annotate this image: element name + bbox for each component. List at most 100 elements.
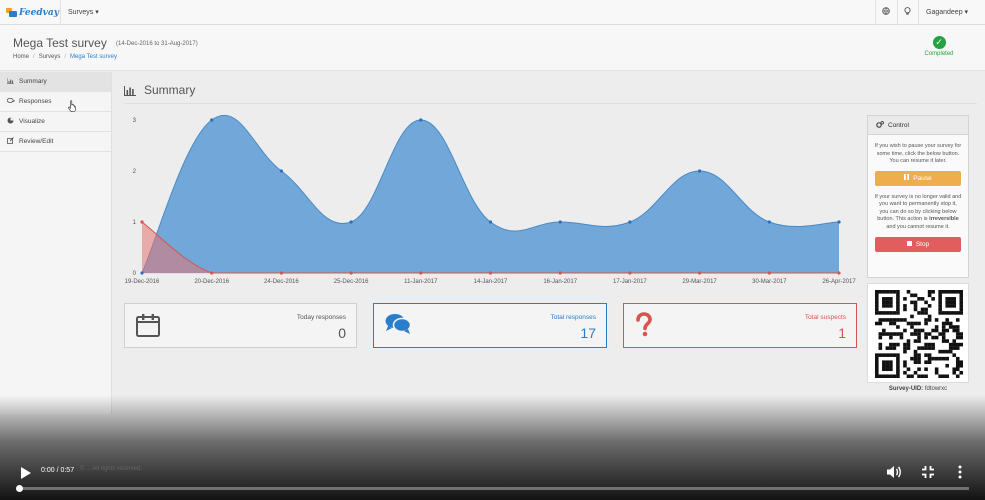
video-controls-bar: 0:00 / 0:57 — [0, 455, 985, 500]
globe-icon[interactable] — [882, 7, 890, 17]
video-progress-track[interactable] — [19, 487, 969, 490]
nav-divider — [918, 0, 919, 25]
y-tick-label: 2 — [133, 169, 137, 175]
survey-uid-value: fdtowrxc — [924, 386, 948, 392]
logo-icon — [6, 8, 17, 17]
card-value: 1 — [838, 325, 846, 341]
survey-dates: (14-Dec-2016 to 31-Aug-2017) — [116, 41, 198, 47]
x-tick-label: 14-Jan-2017 — [474, 279, 508, 285]
pause-description: If you wish to pause your survey for som… — [874, 143, 962, 164]
check-circle-icon: ✓ — [932, 36, 946, 49]
card-value: 17 — [580, 325, 596, 341]
data-point — [837, 271, 841, 275]
x-tick-label: 29-Mar-2017 — [682, 279, 717, 285]
total-responses-card: Total responses 17 — [373, 303, 607, 348]
x-tick-label: 20-Dec-2016 — [194, 279, 229, 285]
x-tick-label: 17-Jan-2017 — [613, 279, 647, 285]
video-progress-handle[interactable] — [16, 485, 23, 492]
gears-icon — [876, 120, 884, 130]
data-point — [628, 271, 632, 275]
y-tick-label: 3 — [133, 118, 137, 124]
stop-label: Stop — [915, 241, 930, 248]
data-point — [558, 271, 562, 275]
pause-icon — [904, 174, 910, 182]
bar-chart-icon — [6, 77, 15, 86]
stop-icon — [906, 241, 912, 248]
data-point — [210, 118, 214, 122]
sidebar-item-label: Visualize — [19, 118, 45, 125]
sidebar: Summary Responses Visualize Review/Edit — [0, 72, 112, 414]
stop-button[interactable]: Stop — [875, 237, 961, 252]
bar-chart-icon — [124, 86, 136, 96]
breadcrumb: Home / Surveys / Mega Test survey — [13, 54, 117, 60]
data-point — [628, 220, 632, 224]
sidebar-item-visualize[interactable]: Visualize — [0, 112, 111, 132]
data-point — [837, 220, 841, 224]
data-point — [558, 220, 562, 224]
breadcrumb-surveys[interactable]: Surveys — [39, 54, 61, 60]
more-options-icon[interactable] — [953, 464, 967, 480]
pie-chart-icon — [7, 117, 15, 126]
y-tick-label: 0 — [133, 271, 137, 277]
survey-uid-label: Survey-UID: — [888, 386, 924, 392]
data-point — [419, 271, 423, 275]
comments-icon — [384, 312, 412, 338]
control-panel-header: Control — [868, 116, 968, 135]
edit-icon — [7, 137, 15, 146]
data-point — [488, 220, 493, 224]
page-title: Mega Test survey — [13, 36, 107, 50]
video-time: 0:00 / 0:57 — [41, 467, 75, 474]
play-icon[interactable] — [20, 466, 32, 480]
summary-header: Summary — [124, 82, 977, 104]
card-label: Today responses — [296, 314, 346, 321]
sidebar-item-summary[interactable]: Summary — [0, 72, 111, 92]
survey-uid: Survey-UID: fdtowrxc — [867, 386, 969, 392]
sidebar-item-responses[interactable]: Responses — [0, 92, 111, 112]
data-point — [488, 271, 493, 275]
status-text: Completed — [924, 51, 954, 57]
feedvay-logo[interactable]: Feedvay — [6, 6, 59, 19]
card-value: 0 — [338, 325, 346, 341]
x-tick-label: 26-Apr-2017 — [822, 279, 856, 285]
volume-icon[interactable] — [886, 464, 902, 480]
x-tick-label: 25-Dec-2016 — [334, 279, 369, 285]
x-tick-label: 16-Jan-2017 — [543, 279, 577, 285]
sidebar-item-label: Review/Edit — [19, 138, 54, 145]
summary-title: Summary — [144, 83, 196, 97]
sidebar-item-review-edit[interactable]: Review/Edit — [0, 132, 111, 152]
data-point — [349, 220, 353, 224]
data-point — [349, 271, 353, 275]
lightbulb-icon[interactable] — [904, 7, 911, 18]
surveys-dropdown[interactable]: Surveys ▾ — [68, 8, 99, 16]
mouse-cursor-icon — [68, 100, 77, 115]
x-tick-label: 11-Jan-2017 — [404, 279, 438, 285]
breadcrumb-current: Mega Test survey — [70, 54, 117, 60]
card-label: Total responses — [550, 314, 596, 321]
x-tick-label: 30-Mar-2017 — [752, 279, 787, 285]
pause-label: Pause — [913, 174, 932, 182]
data-point — [279, 169, 283, 173]
data-point — [419, 118, 423, 122]
pause-button[interactable]: Pause — [875, 170, 961, 186]
fullscreen-icon[interactable] — [920, 464, 936, 480]
user-menu[interactable]: Gagandeep ▾ — [926, 8, 968, 16]
sidebar-item-label: Summary — [19, 78, 47, 85]
data-point — [767, 271, 771, 275]
card-label: Total suspects — [804, 314, 846, 321]
data-point — [767, 220, 771, 224]
today-responses-card: Today responses 0 — [124, 303, 357, 348]
control-panel: Control If you wish to pause your survey… — [867, 115, 969, 278]
data-point — [140, 271, 144, 275]
nav-divider — [60, 0, 61, 25]
y-tick-label: 1 — [133, 220, 137, 226]
irreversible-text: irreversible — [929, 216, 959, 222]
nav-divider — [897, 0, 898, 25]
data-point — [698, 271, 702, 275]
stop-description: If your survey is no longer valid and yo… — [874, 193, 962, 230]
data-point — [140, 220, 144, 224]
status-badge: ✓ Completed — [917, 36, 961, 57]
data-point — [698, 169, 702, 173]
nav-divider — [875, 0, 876, 25]
breadcrumb-home[interactable]: Home — [13, 54, 29, 60]
total-suspects-card: Total suspects 1 — [623, 303, 857, 348]
